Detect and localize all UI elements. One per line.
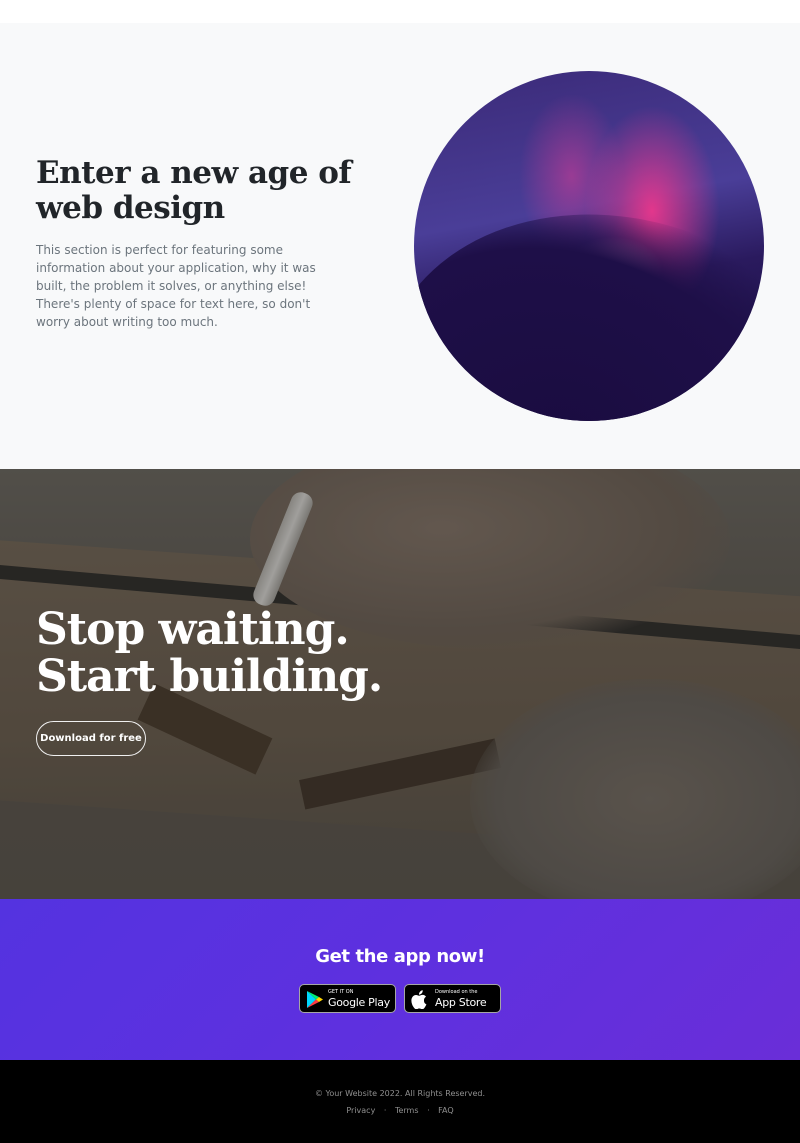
top-bar bbox=[0, 0, 800, 23]
feature-image-shade bbox=[414, 147, 764, 421]
feature-heading-line1: Enter a new age of bbox=[36, 155, 352, 191]
download-button[interactable]: Download for free bbox=[36, 721, 146, 756]
feature-heading: Enter a new age of web design bbox=[36, 156, 356, 226]
app-store-label: App Store bbox=[435, 996, 487, 1009]
footer-link-terms[interactable]: Terms bbox=[395, 1106, 419, 1115]
cta-heading: Stop waiting. Start building. bbox=[36, 606, 436, 700]
footer-separator: · bbox=[383, 1106, 387, 1115]
app-store-small-label: Download on the bbox=[435, 989, 478, 995]
cta-heading-line1: Stop waiting. bbox=[36, 604, 350, 655]
app-store-badge[interactable]: Download on the App Store bbox=[404, 984, 501, 1013]
app-download-section: Get the app now! GET IT ON Google Play D… bbox=[0, 899, 800, 1060]
apple-icon bbox=[411, 990, 427, 1013]
footer-link-faq[interactable]: FAQ bbox=[438, 1106, 454, 1115]
feature-section: Enter a new age of web design This secti… bbox=[0, 23, 800, 469]
app-section-title: Get the app now! bbox=[315, 946, 485, 967]
footer-separator: · bbox=[427, 1106, 430, 1115]
cta-heading-line2: Start building. bbox=[36, 651, 383, 702]
feature-image bbox=[414, 71, 764, 421]
google-play-icon bbox=[306, 990, 324, 1013]
google-play-label: Google Play bbox=[328, 996, 390, 1009]
copyright-text: © Your Website 2022. All Rights Reserved… bbox=[314, 1089, 486, 1098]
google-play-small-label: GET IT ON bbox=[328, 989, 354, 995]
footer-links: Privacy · Terms · FAQ bbox=[0, 1106, 800, 1115]
footer-link-privacy[interactable]: Privacy bbox=[346, 1106, 375, 1115]
footer: © Your Website 2022. All Rights Reserved… bbox=[0, 1060, 800, 1143]
google-play-badge[interactable]: GET IT ON Google Play bbox=[299, 984, 396, 1013]
feature-heading-line2: web design bbox=[36, 190, 225, 226]
cta-section: Stop waiting. Start building. Download f… bbox=[0, 469, 800, 899]
feature-description: This section is perfect for featuring so… bbox=[36, 243, 316, 329]
